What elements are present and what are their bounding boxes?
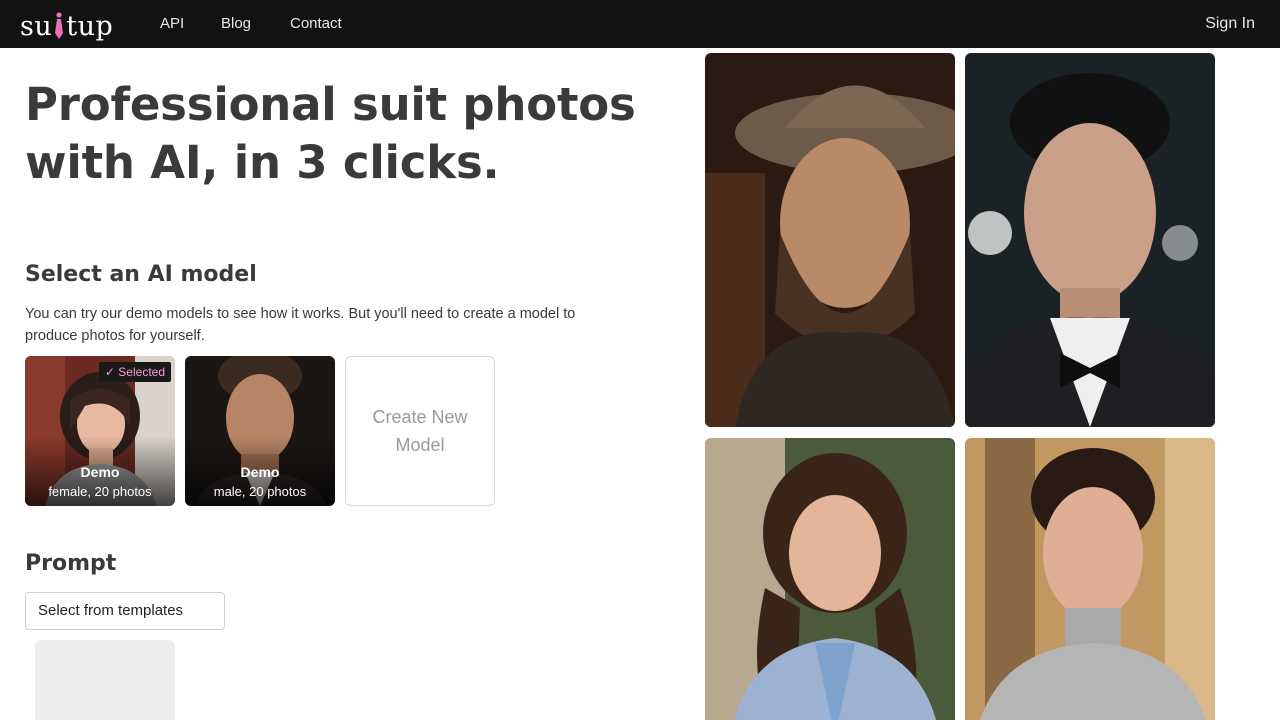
tuxedo-portrait-image	[965, 53, 1215, 427]
selected-badge: ✓ Selected	[98, 362, 171, 382]
logo-text-right: tup	[66, 10, 114, 42]
gallery-photo-tuxedo	[965, 53, 1215, 427]
nav-link-contact[interactable]: Contact	[290, 15, 342, 32]
suitup-logo[interactable]: su tup	[20, 9, 113, 43]
woman-blazer-portrait-image	[705, 438, 955, 720]
create-new-model-label: Create New Model	[372, 407, 468, 455]
gallery-photo-cowboy	[705, 53, 955, 427]
sign-in-link[interactable]: Sign In	[1205, 15, 1255, 33]
top-navbar: su tup API Blog Contact Sign In	[0, 0, 1280, 48]
model-card-meta: female, 20 photos	[48, 484, 152, 499]
woman-turtleneck-portrait-image	[965, 438, 1215, 720]
model-card-name: Demo	[80, 464, 120, 480]
model-card-demo-female[interactable]: ✓ Selected Demo female, 20 photos	[25, 356, 175, 506]
select-model-heading: Select an AI model	[25, 262, 257, 287]
page-headline: Professional suit photos with AI, in 3 c…	[25, 78, 636, 189]
create-new-model-button[interactable]: Create New Model	[345, 356, 495, 506]
template-placeholder-tile	[35, 640, 175, 720]
model-card-name: Demo	[240, 464, 280, 480]
cowboy-portrait-image	[705, 53, 955, 427]
prompt-heading: Prompt	[25, 551, 117, 576]
model-card-meta: male, 20 photos	[213, 484, 307, 499]
logo-text-left: su	[20, 10, 53, 42]
gallery-photo-woman-blazer	[705, 438, 955, 720]
select-templates-dropdown[interactable]: Select from templates	[25, 592, 225, 630]
model-card-demo-male[interactable]: Demo male, 20 photos	[185, 356, 335, 506]
nav-link-api[interactable]: API	[160, 15, 184, 32]
gallery-photo-woman-turtleneck	[965, 438, 1215, 720]
select-model-description: You can try our demo models to see how i…	[25, 306, 576, 344]
tie-icon	[55, 12, 64, 39]
nav-link-blog[interactable]: Blog	[221, 15, 251, 32]
